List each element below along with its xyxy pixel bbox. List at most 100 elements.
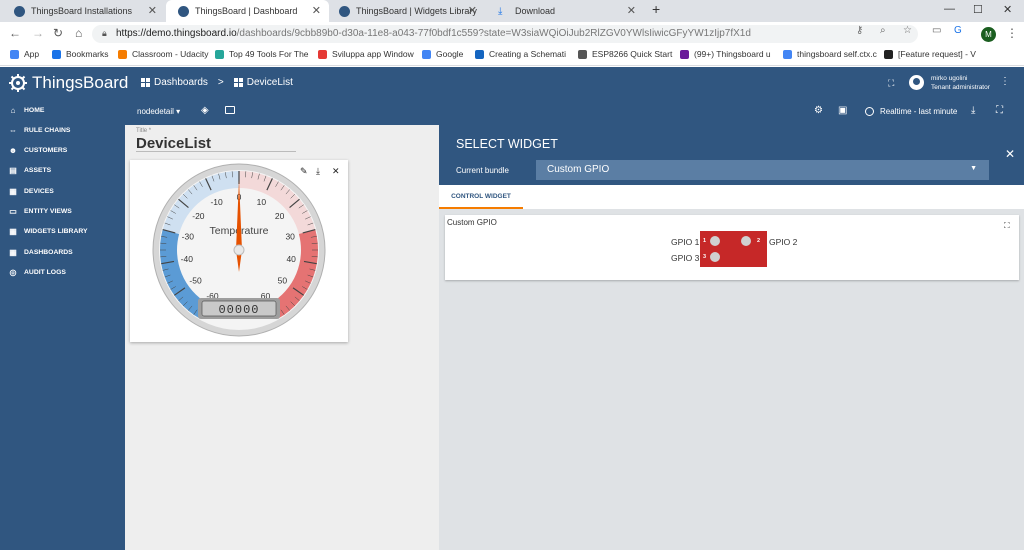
new-tab-icon[interactable]: + bbox=[652, 1, 660, 17]
close-tab-icon[interactable]: ✕ bbox=[312, 4, 321, 17]
sidebar-item-rule-chains[interactable]: ⇔ RULE CHAINS bbox=[8, 123, 70, 137]
image-icon[interactable] bbox=[225, 106, 235, 114]
fullscreen-icon[interactable]: ⛶ bbox=[996, 105, 1003, 116]
forward-icon[interactable]: → bbox=[32, 26, 44, 40]
sidebar-item-dashboards[interactable]: ▦ DASHBOARDS bbox=[8, 245, 73, 259]
sidebar-item-label: HOME bbox=[24, 106, 45, 114]
gpio-pin-3[interactable] bbox=[710, 252, 720, 262]
profile-avatar[interactable]: M bbox=[981, 27, 996, 42]
sidebar-item-home[interactable]: ⌂ HOME bbox=[8, 103, 45, 117]
minimize-icon[interactable]: — bbox=[944, 3, 955, 15]
gpio-board: 1 2 3 bbox=[700, 231, 767, 267]
state-select[interactable]: nodedetail ▾ bbox=[137, 107, 180, 116]
chevron-down-icon: ▼ bbox=[970, 165, 977, 172]
gpio-pin-2[interactable] bbox=[741, 236, 751, 246]
back-icon[interactable]: ← bbox=[9, 26, 21, 40]
settings-gear-icon[interactable]: ⚙ bbox=[814, 105, 823, 116]
pin-number: 1 bbox=[703, 238, 707, 244]
gauge-tick-label: -10 bbox=[210, 197, 223, 207]
bundle-label: Current bundle bbox=[456, 166, 509, 175]
dashboard-title-input[interactable]: DeviceList bbox=[136, 135, 211, 152]
bookmark-item[interactable]: App bbox=[10, 49, 39, 59]
gauge-widget[interactable]: ✎ ⤓ ✕ -60-50-40-30-20-100102030405060Tem… bbox=[130, 160, 348, 342]
dashboards-icon bbox=[141, 78, 150, 87]
sidebar-item-audit-logs[interactable]: ◎ AUDIT LOGS bbox=[8, 265, 66, 279]
gauge-lcd-value: 00000 bbox=[218, 303, 259, 317]
gauge-tick-label: -50 bbox=[189, 275, 202, 285]
tab-control-widget[interactable]: CONTROL WIDGET bbox=[439, 185, 523, 209]
bookmark-item[interactable]: [Feature request] - V bbox=[884, 49, 976, 59]
bookmark-item[interactable]: Top 49 Tools For The bbox=[215, 49, 309, 59]
browser-tab[interactable]: ThingsBoard | Widgets Library ✕ bbox=[327, 0, 485, 22]
bookmark-label: Bookmarks bbox=[66, 49, 109, 59]
maximize-icon[interactable]: ☐ bbox=[973, 3, 983, 16]
pin-number: 3 bbox=[703, 254, 707, 260]
sidebar-item-widgets-library[interactable]: ▦ WIDGETS LIBRARY bbox=[8, 225, 87, 239]
thingsboard-favicon-icon bbox=[178, 5, 189, 17]
bookmark-item[interactable]: Google bbox=[422, 49, 463, 59]
close-panel-icon[interactable]: ✕ bbox=[1005, 147, 1015, 161]
gpio-pin-1[interactable] bbox=[710, 236, 720, 246]
star-icon[interactable]: ☆ bbox=[903, 25, 912, 36]
bookmark-item[interactable]: Creating a Schemati bbox=[475, 49, 566, 59]
sidebar-item-devices[interactable]: ▦ DEVICES bbox=[8, 184, 54, 198]
url-host: https://demo.thingsboard.io bbox=[116, 28, 237, 39]
bookmark-item[interactable]: Bookmarks bbox=[52, 49, 109, 59]
bookmark-favicon-icon bbox=[215, 49, 224, 59]
browser-tab[interactable]: ThingsBoard Installations ✕ bbox=[2, 0, 165, 22]
close-tab-icon[interactable]: ✕ bbox=[468, 4, 477, 17]
user-role: Tenant administrator bbox=[931, 84, 990, 91]
zoom-icon[interactable]: ⌕ bbox=[880, 25, 886, 36]
sidebar-item-assets[interactable]: ▤ ASSETS bbox=[8, 164, 51, 178]
reload-icon[interactable]: ↻ bbox=[53, 26, 63, 40]
gauge-tick-label: 50 bbox=[278, 275, 288, 285]
gpio-widget-card[interactable]: Custom GPIO ⛶ GPIO 1 GPIO 2 GPIO 3 1 2 3 bbox=[445, 215, 1019, 280]
panel-title: SELECT WIDGET bbox=[456, 137, 558, 151]
lock-icon: 🔒︎ bbox=[102, 28, 107, 38]
url-input[interactable]: 🔒︎ https://demo.thingsboard.io/dashboard… bbox=[92, 25, 918, 43]
gauge-tick-label: -20 bbox=[192, 211, 205, 221]
sidebar-item-customers[interactable]: ☻ CUSTOMERS bbox=[8, 144, 68, 158]
timewindow-button[interactable]: Realtime - last minute bbox=[865, 107, 957, 116]
layout-icon[interactable]: ▣ bbox=[838, 105, 847, 116]
close-window-icon[interactable]: ✕ bbox=[1003, 3, 1012, 16]
bookmark-label: [Feature request] - V bbox=[898, 49, 976, 59]
bookmark-label: Google bbox=[436, 49, 464, 59]
layers-icon[interactable]: ◈ bbox=[201, 105, 209, 116]
widgets-library-icon: ▦ bbox=[9, 227, 17, 237]
bookmark-item[interactable]: Sviluppa app Window bbox=[318, 49, 414, 59]
fullscreen-icon[interactable]: ⛶ bbox=[888, 78, 894, 89]
browser-tab-active[interactable]: ThingsBoard | Dashboard ✕ bbox=[166, 0, 329, 22]
fullscreen-icon[interactable]: ⛶ bbox=[1004, 221, 1010, 231]
browser-menu-icon[interactable]: ⋮ bbox=[1006, 26, 1018, 40]
user-menu-icon[interactable]: ⋮ bbox=[1000, 76, 1010, 87]
close-icon[interactable]: ✕ bbox=[332, 166, 340, 177]
gauge-tick-label: 40 bbox=[286, 254, 296, 264]
thingsboard-logo[interactable]: ThingsBoard bbox=[8, 73, 128, 93]
browser-tab[interactable]: ⤓ Download ✕ bbox=[486, 0, 644, 22]
tab-title: ThingsBoard | Dashboard bbox=[195, 6, 298, 16]
close-tab-icon[interactable]: ✕ bbox=[627, 4, 636, 17]
bookmark-item[interactable]: ESP8266 Quick Start bbox=[578, 49, 672, 59]
download-icon[interactable]: ⤓ bbox=[971, 105, 975, 116]
bookmark-item[interactable]: Classroom - Udacity bbox=[118, 49, 209, 59]
browser-tab-strip: ThingsBoard Installations ✕ ThingsBoard … bbox=[0, 0, 1024, 22]
home-button-icon[interactable]: ⌂ bbox=[75, 26, 82, 40]
close-tab-icon[interactable]: ✕ bbox=[148, 4, 157, 17]
breadcrumb-root[interactable]: Dashboards bbox=[154, 77, 208, 88]
bundle-select[interactable]: Custom GPIO ▼ bbox=[536, 160, 989, 180]
sidebar-item-entity-views[interactable]: ▭ ENTITY VIEWS bbox=[8, 205, 72, 219]
translate-icon[interactable]: G bbox=[954, 25, 962, 36]
sidebar-item-label: RULE CHAINS bbox=[24, 126, 71, 134]
key-icon[interactable]: ⚷ bbox=[856, 25, 863, 36]
extension-icon[interactable]: ▭ bbox=[932, 25, 941, 36]
sidebar-item-label: DEVICES bbox=[24, 187, 54, 195]
bookmark-item[interactable]: (99+) Thingsboard u bbox=[680, 49, 771, 59]
user-avatar-icon[interactable] bbox=[909, 75, 924, 90]
bookmark-item[interactable]: thingsboard self.ctx.c bbox=[783, 49, 877, 59]
sidebar-item-label: ENTITY VIEWS bbox=[24, 208, 72, 215]
dashboard-toolbar: nodedetail ▾ ◈ ⚙ ▣ Realtime - last minut… bbox=[125, 100, 1024, 125]
thingsboard-favicon-icon bbox=[14, 5, 25, 17]
state-value: nodedetail bbox=[137, 107, 174, 116]
bookmark-label: App bbox=[24, 49, 40, 59]
